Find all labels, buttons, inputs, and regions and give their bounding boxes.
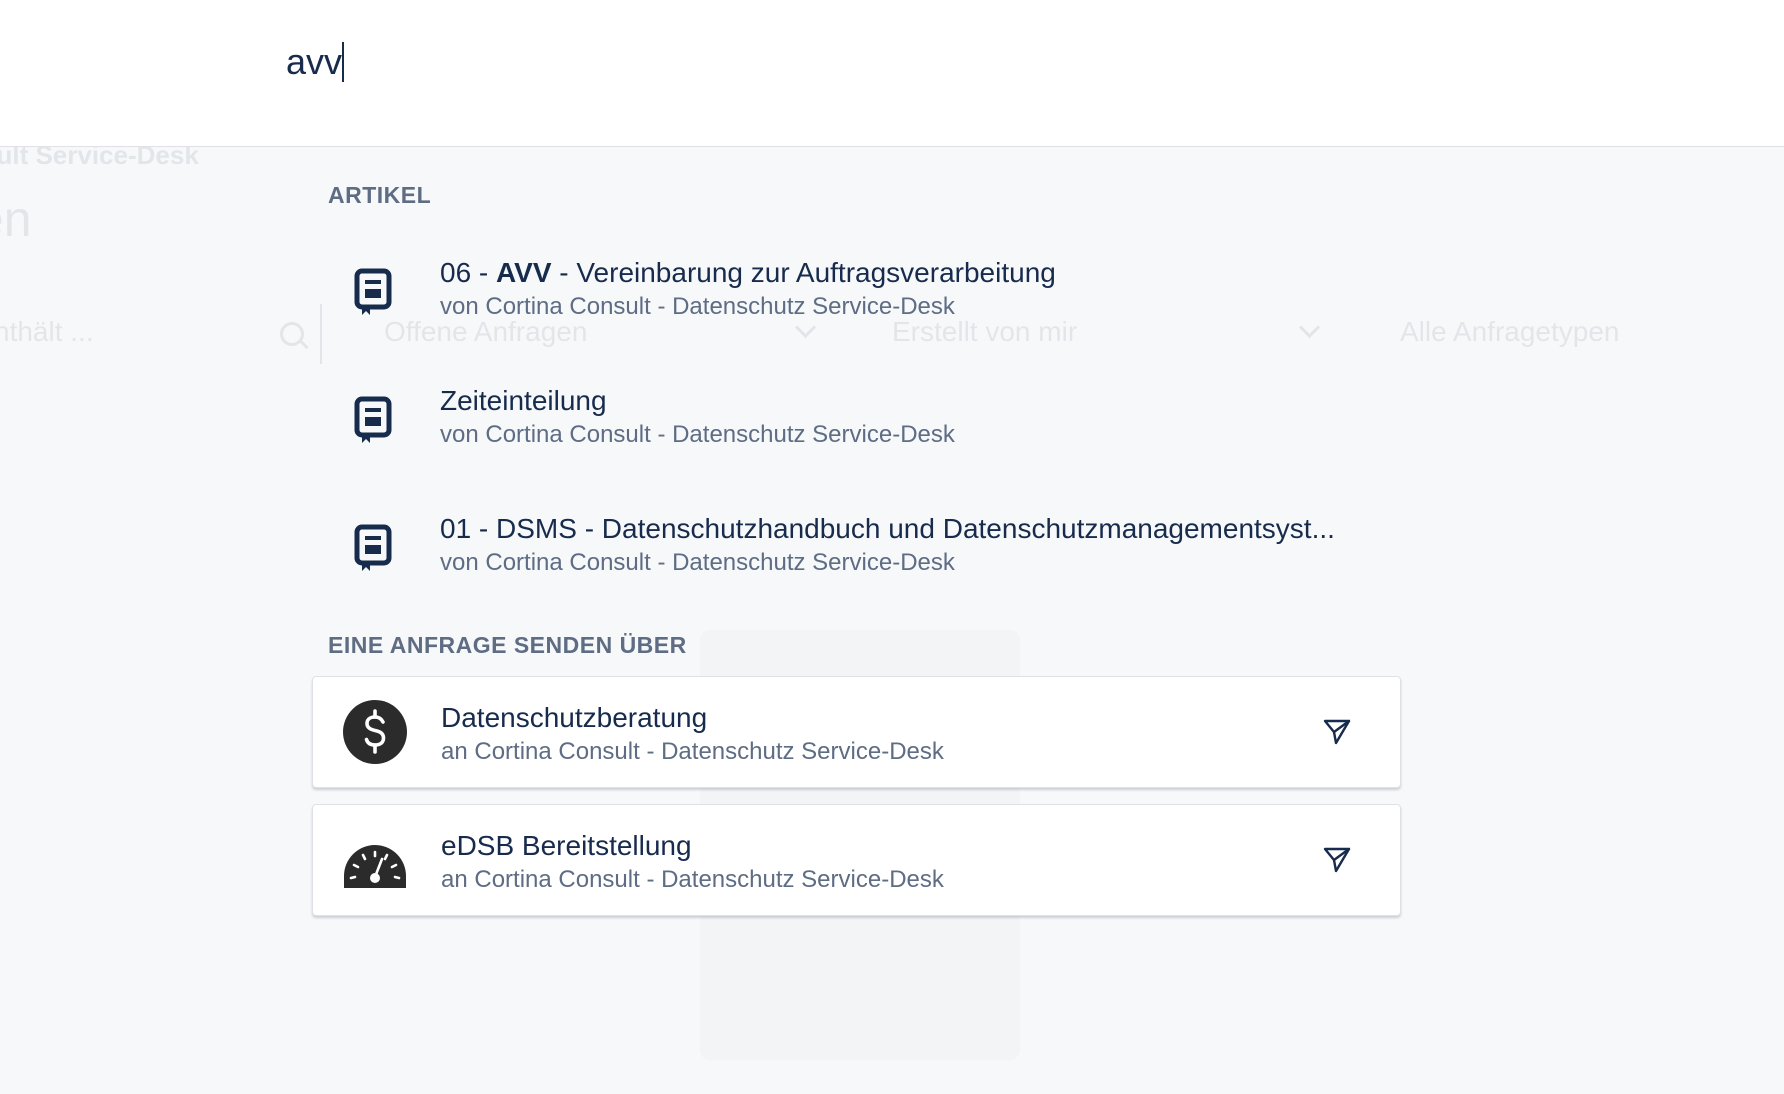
request-type-datenschutzberatung[interactable]: Datenschutzberatung an Cortina Consult -…	[312, 676, 1401, 788]
search-input[interactable]	[286, 32, 1586, 92]
background-filter-types: Alle Anfragetypen	[1400, 316, 1620, 347]
request-type-text: eDSB Bereitstellung an Cortina Consult -…	[441, 829, 944, 896]
request-type-text: Datenschutzberatung an Cortina Consult -…	[441, 701, 944, 768]
article-result-subtitle: von Cortina Consult - Datenschutz Servic…	[440, 421, 955, 448]
text-caret	[342, 42, 344, 82]
article-result-title: 01 - DSMS - Datenschutzhandbuch und Date…	[440, 513, 1335, 544]
article-result-text: Zeiteinteilung von Cortina Consult - Dat…	[440, 384, 955, 451]
article-result-text: 01 - DSMS - Datenschutzhandbuch und Date…	[440, 512, 1335, 579]
article-result-title: Zeiteinteilung	[440, 385, 607, 416]
speedometer-icon	[344, 845, 406, 888]
send-icon	[1323, 719, 1351, 745]
article-result[interactable]: Zeiteinteilung von Cortina Consult - Dat…	[312, 368, 1412, 478]
article-result-title: 06 - AVV - Vereinbarung zur Auftragsvera…	[440, 257, 1056, 288]
article-result[interactable]: 06 - AVV - Vereinbarung zur Auftragsvera…	[312, 240, 1412, 350]
article-result[interactable]: 01 - DSMS - Datenschutzhandbuch und Date…	[312, 496, 1412, 606]
background-search-field: nthält ...	[0, 304, 322, 364]
knowledge-article-icon	[354, 396, 392, 443]
background-search-placeholder: nthält ...	[0, 316, 94, 347]
request-type-subtitle: an Cortina Consult - Datenschutz Service…	[441, 738, 944, 765]
request-type-title: eDSB Bereitstellung	[441, 830, 692, 861]
request-type-edsb-bereitstellung[interactable]: eDSB Bereitstellung an Cortina Consult -…	[312, 804, 1401, 916]
knowledge-article-icon	[354, 268, 392, 315]
article-result-subtitle: von Cortina Consult - Datenschutz Servic…	[440, 293, 955, 320]
background-page-title: en	[0, 191, 32, 247]
dollar-icon	[343, 700, 407, 764]
send-icon	[1323, 847, 1351, 873]
knowledge-article-icon	[354, 524, 392, 571]
article-result-subtitle: von Cortina Consult - Datenschutz Servic…	[440, 549, 955, 576]
search-match-highlight: AVV	[496, 257, 552, 288]
search-icon	[280, 322, 304, 346]
section-heading-requests: EINE ANFRAGE SENDEN ÜBER	[328, 632, 687, 658]
section-heading-articles: ARTIKEL	[328, 182, 432, 208]
search-header	[0, 0, 1784, 147]
request-type-subtitle: an Cortina Consult - Datenschutz Service…	[441, 866, 944, 893]
article-result-text: 06 - AVV - Vereinbarung zur Auftragsvera…	[440, 256, 1056, 323]
request-type-title: Datenschutzberatung	[441, 702, 708, 733]
